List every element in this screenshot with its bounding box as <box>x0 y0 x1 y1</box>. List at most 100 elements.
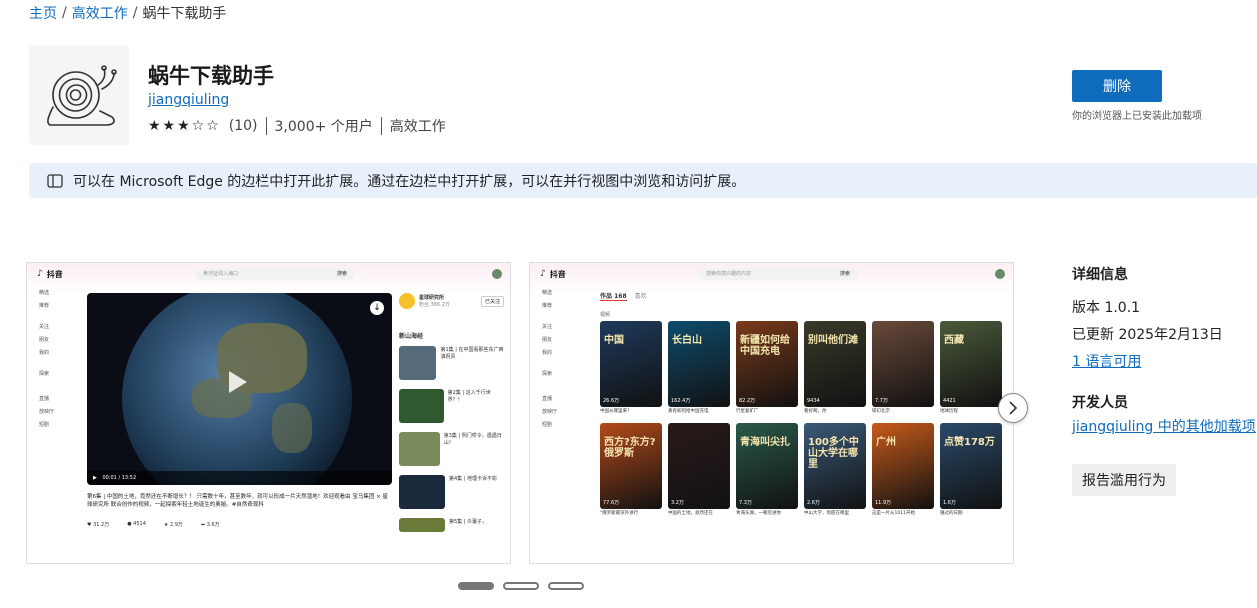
mini-side-item: 直播 <box>542 396 553 402</box>
grid-card-thumb: 长白山 162.4万 <box>668 321 730 407</box>
grid-card: 广州 11.9万这是一片从1011开始 <box>872 423 934 519</box>
mini-side-item: 短剧 <box>542 422 553 428</box>
extension-title: 蜗牛下载助手 <box>148 64 274 88</box>
grid-card: 新疆如何给中国充电 82.2万行星复矿厂 <box>736 321 798 417</box>
channel-name: 星球研究所 <box>419 295 445 301</box>
grid-card-thumb: 西藏 4421 <box>940 321 1002 407</box>
breadcrumb: 主页 / 高效工作 / 蜗牛下载助手 <box>29 3 226 23</box>
grid-card: 长白山 162.4万 真有如何给中国充电 <box>668 321 730 417</box>
episode-row: 第4集 | 地理卡诉不彰 <box>399 475 504 509</box>
grid-card-count: 3.2万 <box>671 500 684 506</box>
mini-side-item: 朋友 <box>39 337 50 343</box>
breadcrumb-home-link[interactable]: 主页 <box>29 3 57 23</box>
developer-link[interactable]: jiangqiuling 中的其他加载项 <box>1072 416 1256 436</box>
grid-card-title: 别叫他们滩 <box>808 335 858 346</box>
updated-text: 已更新 2025年2月13日 <box>1072 327 1223 343</box>
episode-title: 第4集 | 地理卡诉不彰 <box>449 476 498 482</box>
download-icon: ↓ <box>370 301 384 315</box>
grid-card-title: 青海叫尖扎 <box>740 437 790 448</box>
channel-header: 星球研究所 粉丝 386.2万 已关注 <box>399 293 504 309</box>
report-abuse-button[interactable]: 报告滥用行为 <box>1072 464 1176 496</box>
gallery-dot-2[interactable] <box>503 582 539 590</box>
grid-card-thumb: 点赞178万 1.6万 <box>940 423 1002 509</box>
episode-row: 第3集 | 例门哎令，遇遇日山！ <box>399 432 504 466</box>
mini-search-button: 搜索 <box>839 271 850 277</box>
like-count: ♥ 31.2万 <box>87 522 110 528</box>
grid-card-count: 162.4万 <box>671 398 691 404</box>
grid-card-thumb: 3.2万 <box>668 423 730 509</box>
grid-card-thumb: 广州 11.9万 <box>872 423 934 509</box>
mini-side-item: 朋友 <box>542 337 553 343</box>
developer-heading: 开发人员 <box>1072 395 1128 411</box>
episode-title: 第1集 | 在中国看那些东广西滇祝贵 <box>440 347 504 360</box>
mini-side-item: 推荐 <box>39 303 50 309</box>
profile-tabs: 作品 168 喜欢 <box>600 291 647 301</box>
grid-card-caption: 青海东湖，一朝见进你 <box>736 511 781 516</box>
grid-card-thumb: 100多个中山大学在哪里 2.6万 <box>804 423 866 509</box>
channel-avatar <box>399 293 415 309</box>
author-link[interactable]: jiangqiuling <box>148 92 229 108</box>
screenshot-1[interactable]: ♪ 抖音 黄河证词入海口 搜索 精选 推荐 关注 朋友 我的 探索 直播 放映厅… <box>26 262 511 564</box>
episode-row: 第1集 | 在中国看那些东广西滇祝贵 <box>399 346 504 380</box>
languages-link[interactable]: 1 语言可用 <box>1072 351 1223 371</box>
grid-card-thumb: 新疆如何给中国充电 82.2万 <box>736 321 798 407</box>
breadcrumb-current: 蜗牛下载助手 <box>142 6 227 22</box>
grid-card-caption: 中山大学，到底在哪里 <box>804 511 849 516</box>
sidebar-panel-icon <box>47 173 63 188</box>
video-grid: 中国 26.6万 中国从哪里来? 长白山 162.4万 真有如何给中国充电 新疆如何给中国充… <box>600 321 1010 519</box>
screenshot-2[interactable]: ♪ 抖音 搜索你感兴趣的内容 搜索 精选 推荐 关注 朋友 我的 探索 直播 放… <box>529 262 1014 564</box>
mini-sidebar: 精选 推荐 关注 朋友 我的 探索 直播 放映厅 短剧 <box>27 287 77 557</box>
video-time: 00:01 / 13:52 <box>102 475 137 481</box>
breadcrumb-separator: / <box>132 5 138 21</box>
grid-card: 西藏 4421 地球历程 <box>940 321 1002 417</box>
comment-count: ● 4514 <box>127 521 146 527</box>
grid-card-count: 26.6万 <box>603 398 620 404</box>
extension-logo <box>29 45 129 145</box>
mini-side-item: 关注 <box>39 324 50 330</box>
gallery-dot-3[interactable] <box>548 582 584 590</box>
breadcrumb-category-link[interactable]: 高效工作 <box>72 3 128 23</box>
mini-logo-text: 抖音 <box>46 269 63 279</box>
section-label: 视频 <box>600 312 611 318</box>
mini-avatar <box>492 269 502 279</box>
grid-card-caption: 中国的土地，竟然还在 <box>668 511 713 516</box>
grid-card-caption: 行星复矿厂 <box>736 409 759 414</box>
sidebar-info-banner: 可以在 Microsoft Edge 的边栏中打开此扩展。通过在边栏中打开扩展，… <box>29 163 1257 198</box>
version-text: 版本 1.0.1 <box>1072 300 1141 316</box>
grid-card-thumb: 中国 26.6万 <box>600 321 662 407</box>
episode-title: 第2集 | 这入千行世界？！ <box>447 390 491 403</box>
mini-right-panel: 星球研究所 粉丝 386.2万 已关注 新山海经 第1集 | 在中国看那些东广西… <box>399 293 504 563</box>
grid-card-title: 点赞178万 <box>944 437 995 448</box>
screenshot-gallery: ♪ 抖音 黄河证词入海口 搜索 精选 推荐 关注 朋友 我的 探索 直播 放映厅… <box>26 262 1014 565</box>
rating-count: (10) <box>228 118 258 134</box>
remove-button[interactable]: 删除 <box>1072 70 1162 102</box>
episode-row: 第2集 | 这入千行世界？！ <box>399 389 504 423</box>
grid-card-count: 7.7万 <box>875 398 888 404</box>
grid-card: 别叫他们滩 9434 看好啊，你 <box>804 321 866 417</box>
gallery-next-button[interactable] <box>998 393 1028 423</box>
douyin-logo-icon: ♪ <box>37 269 43 279</box>
video-actions: ♥ 31.2万 ● 4514 ★ 2.9万 ➦ 3.6万 <box>87 521 220 528</box>
grid-card-title: 长白山 <box>672 335 702 346</box>
grid-card-title: 西方?东方?俄罗斯 <box>604 437 656 459</box>
chevron-right-icon <box>1009 401 1018 415</box>
gallery-dot-1[interactable] <box>458 582 494 590</box>
mini-side-item: 精选 <box>542 290 553 296</box>
grid-card: 100多个中山大学在哪里 2.6万中山大学，到底在哪里 <box>804 423 866 519</box>
banner-text: 可以在 Microsoft Edge 的边栏中打开此扩展。通过在边栏中打开扩展，… <box>73 173 746 190</box>
grid-card-title: 新疆如何给中国充电 <box>740 335 790 357</box>
grid-card-caption: 看好啊，你 <box>804 409 827 414</box>
mini-search: 黄河证词入海口 搜索 <box>195 268 355 280</box>
episode-row: 第5集 | 炎薯子， <box>399 518 504 532</box>
grid-card-caption: 难过的日期 <box>940 511 963 516</box>
mini-side-item: 短剧 <box>39 422 50 428</box>
tab-works: 作品 168 <box>600 293 627 301</box>
mini-search-placeholder: 搜索你感兴趣的内容 <box>706 271 752 277</box>
grid-card-count: 7.3万 <box>739 500 752 506</box>
mini-search: 搜索你感兴趣的内容 搜索 <box>698 268 858 280</box>
grid-card-count: 9434 <box>807 398 820 404</box>
extension-meta: ★★★☆☆ (10) 3,000+ 个用户 高效工作 <box>148 116 446 136</box>
mini-side-item: 探索 <box>39 371 50 377</box>
grid-card: 青海叫尖扎 7.3万青海东湖，一朝见进你 <box>736 423 798 519</box>
grid-card-caption: 这是一片从1011开始 <box>872 511 915 516</box>
